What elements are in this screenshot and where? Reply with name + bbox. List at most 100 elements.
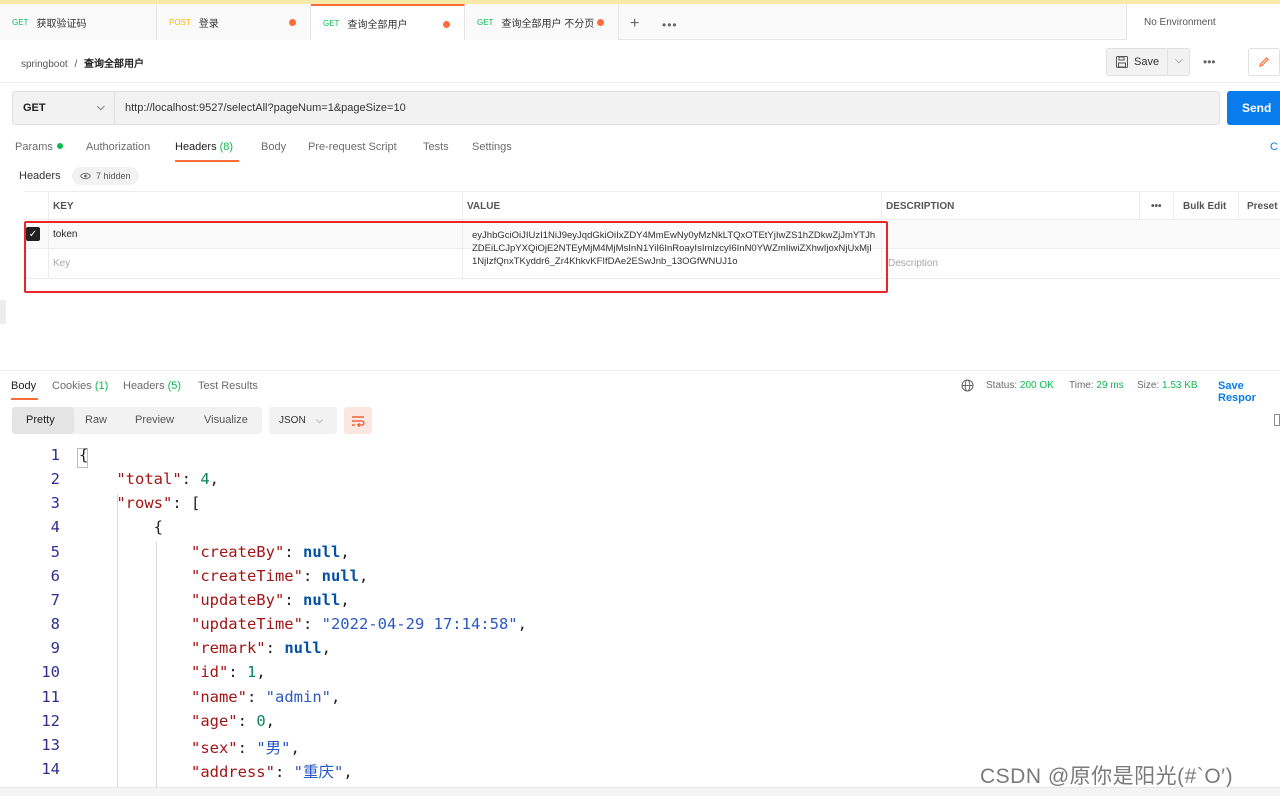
code-token: ,	[517, 615, 527, 634]
response-tab-body[interactable]: Body	[11, 380, 36, 392]
save-response-button[interactable]: Save Respor	[1218, 380, 1280, 404]
column-options-icon[interactable]: •••	[1139, 192, 1173, 219]
line-number: 9	[50, 639, 60, 658]
tabs-more-icon[interactable]: •••	[662, 18, 678, 32]
tab-pre-request-script[interactable]: Pre-request Script	[308, 141, 397, 153]
code-line: "age": 0,	[79, 712, 275, 730]
headers-section-label: Headers	[19, 170, 61, 182]
response-tab-cookies[interactable]: Cookies (1)	[52, 380, 108, 392]
view-mode-selector: Pretty Raw Preview Visualize	[12, 407, 262, 434]
view-preview[interactable]: Preview	[135, 414, 174, 426]
presets-button[interactable]: Preset	[1238, 192, 1280, 219]
code-token: "2022-04-29 17:14:58"	[321, 615, 518, 634]
tab-body[interactable]: Body	[261, 141, 286, 153]
view-pretty[interactable]: Pretty	[26, 414, 55, 426]
edit-pencil-button[interactable]	[1248, 48, 1280, 76]
copy-icon[interactable]	[1274, 414, 1280, 426]
headers-table-header: KEY VALUE DESCRIPTION ••• Bulk Edit Pres…	[24, 191, 1280, 220]
size-label: Size:	[1137, 380, 1160, 391]
response-cookies-label: Cookies	[52, 380, 92, 392]
code-token: :	[181, 470, 201, 489]
environment-label: No Environment	[1144, 16, 1216, 28]
code-token: :	[302, 566, 322, 585]
code-token: "sex"	[190, 738, 238, 757]
more-options-icon[interactable]: •••	[1203, 55, 1216, 69]
cookies-link[interactable]: C	[1270, 141, 1278, 153]
code-line: "createTime": null,	[79, 567, 368, 585]
new-tab-plus-icon[interactable]: +	[630, 15, 639, 33]
url-input[interactable]: http://localhost:9527/selectAll?pageNum=…	[125, 102, 406, 114]
wrap-lines-button[interactable]	[344, 407, 372, 434]
new-description-input[interactable]: Description	[881, 249, 1280, 278]
format-select[interactable]: JSON ⌵	[269, 407, 337, 434]
header-description-cell[interactable]	[881, 220, 1280, 248]
code-line: {	[79, 518, 163, 536]
tab-authorization[interactable]: Authorization	[86, 141, 150, 153]
code-token: null	[302, 542, 341, 561]
line-number: 14	[41, 759, 60, 778]
code-line: "rows": [	[79, 494, 200, 512]
tab-title: 登录	[198, 18, 219, 30]
tab-params[interactable]: Params	[15, 141, 63, 153]
response-tab-test-results[interactable]: Test Results	[198, 380, 258, 392]
code-line: "sex": "男",	[79, 736, 300, 758]
response-tab-headers[interactable]: Headers (5)	[123, 380, 181, 392]
time-indicator[interactable]: Time: 29 ms	[1069, 380, 1124, 391]
response-divider[interactable]	[0, 370, 1280, 371]
chevron-down-icon[interactable]: ⌵	[1175, 55, 1183, 66]
code-token: "rows"	[116, 494, 173, 513]
code-token: : [	[172, 494, 201, 513]
tab-query-all-users-no-paging[interactable]: GET 查询全部用户 不分页	[465, 4, 619, 40]
send-label: Send	[1242, 101, 1272, 115]
view-raw[interactable]: Raw	[85, 414, 107, 426]
code-token: :	[302, 615, 322, 634]
code-token: "id"	[190, 663, 229, 682]
hidden-count: 7 hidden	[96, 171, 131, 181]
tab-headers-label: Headers	[175, 141, 217, 153]
view-visualize[interactable]: Visualize	[204, 414, 248, 426]
tab-settings[interactable]: Settings	[472, 141, 512, 153]
code-token: :	[284, 590, 303, 609]
line-number: 8	[50, 615, 60, 634]
environment-selector[interactable]: No Environment	[1126, 4, 1280, 40]
breadcrumb-bar: springboot / 查询全部用户 Save ⌵ •••	[0, 41, 1280, 83]
size-indicator[interactable]: Size: 1.53 KB	[1137, 380, 1198, 391]
breadcrumb-request[interactable]: 查询全部用户	[84, 59, 144, 70]
code-line: "createBy": null,	[79, 543, 350, 561]
tab-tests[interactable]: Tests	[423, 141, 449, 153]
line-number: 3	[50, 494, 60, 513]
code-token: "createBy"	[190, 542, 285, 561]
code-token: 0	[256, 711, 266, 730]
method-select[interactable]: GET ⌵	[13, 92, 115, 124]
code-token: ,	[290, 738, 300, 757]
send-button[interactable]: Send	[1227, 91, 1280, 125]
tab-query-all-users[interactable]: GET 查询全部用户	[311, 4, 465, 40]
code-token: "total"	[116, 470, 182, 489]
code-token: :	[265, 639, 285, 658]
code-line: "address": "重庆",	[79, 760, 353, 782]
time-value: 29 ms	[1096, 380, 1124, 391]
code-token: :	[274, 762, 294, 781]
bulk-edit-button[interactable]: Bulk Edit	[1173, 192, 1238, 219]
save-button[interactable]: Save ⌵	[1106, 48, 1190, 76]
tab-login[interactable]: POST 登录	[157, 4, 311, 40]
request-tab-bar: GET 获取验证码 POST 登录 GET 查询全部用户 GET 查询全部用户 …	[0, 4, 1280, 40]
code-token: 4	[200, 470, 210, 489]
status-indicator[interactable]: Status: 200 OK	[986, 380, 1054, 391]
code-token: ,	[340, 590, 350, 609]
code-line: "updateTime": "2022-04-29 17:14:58",	[79, 615, 527, 633]
tab-params-label: Params	[15, 141, 53, 153]
tab-title: 查询全部用户 不分页	[501, 18, 595, 30]
tab-get-captcha[interactable]: GET 获取验证码	[0, 4, 157, 40]
hidden-headers-toggle[interactable]: 7 hidden	[72, 167, 139, 185]
breadcrumb-collection[interactable]: springboot	[21, 59, 68, 70]
tab-headers[interactable]: Headers (8)	[175, 141, 233, 153]
globe-icon[interactable]	[961, 379, 974, 395]
chevron-down-icon: ⌵	[97, 102, 105, 113]
code-token: null	[302, 590, 341, 609]
